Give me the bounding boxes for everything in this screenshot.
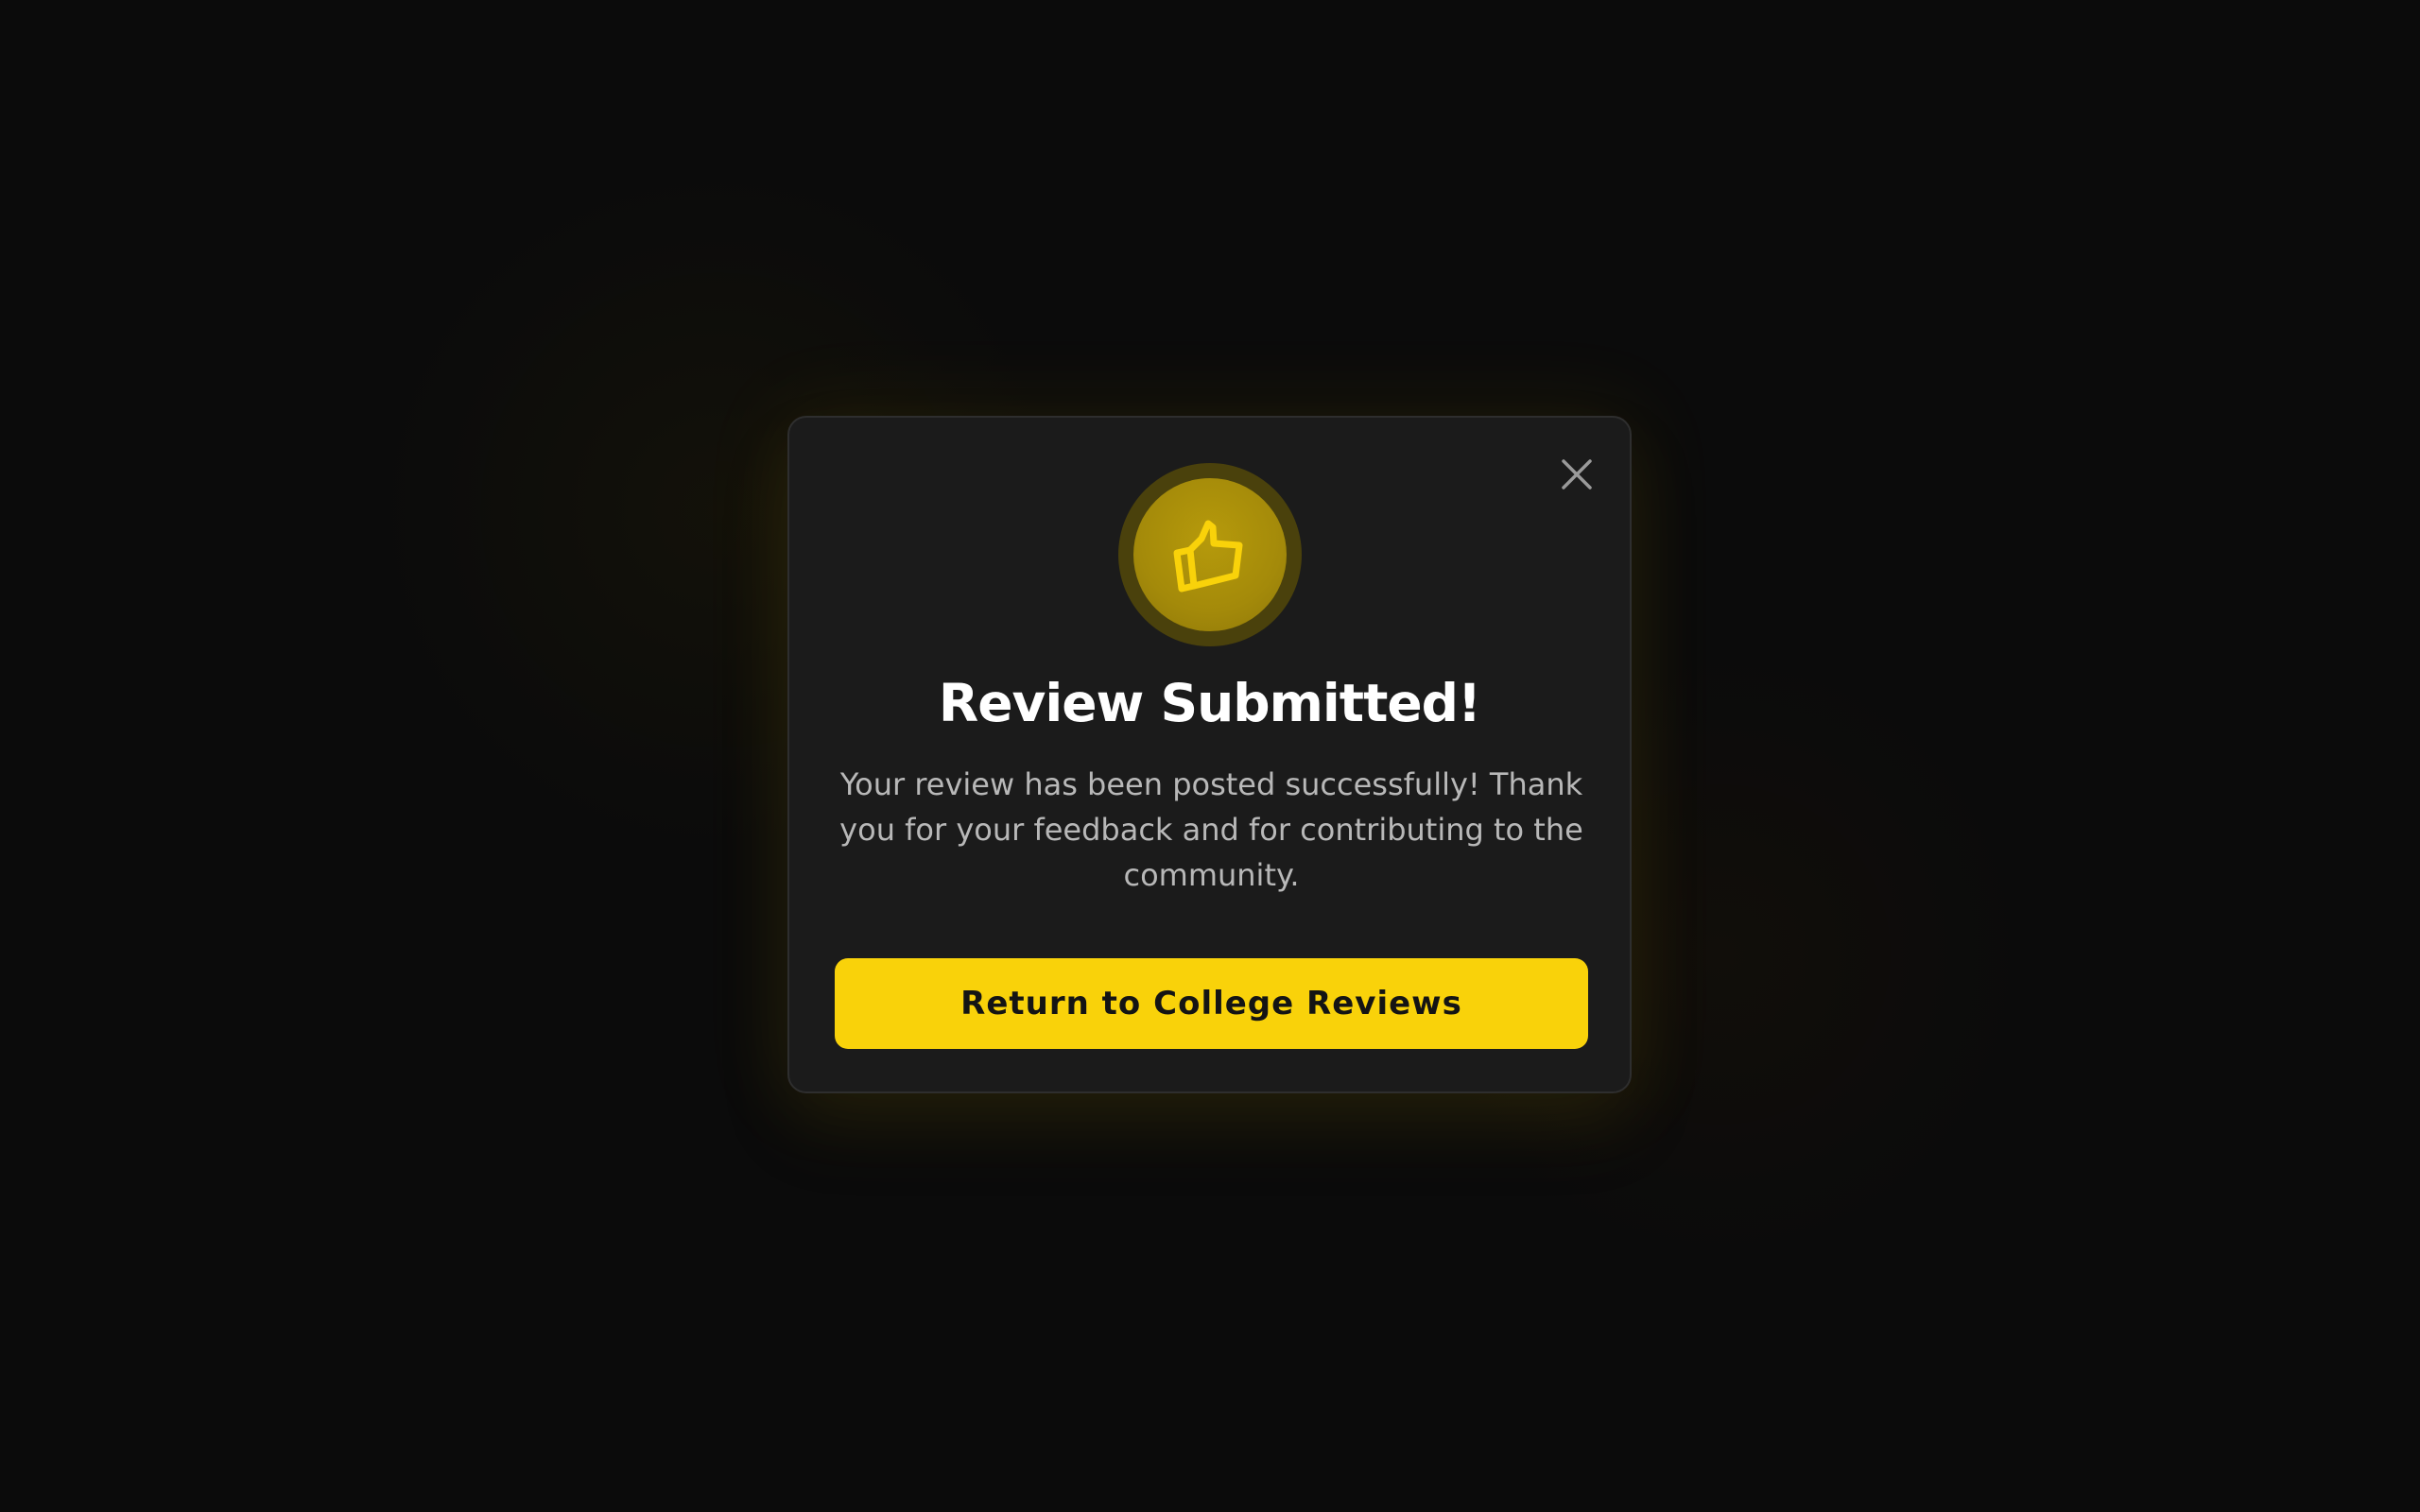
thumbs-up-icon [1173, 520, 1243, 593]
success-badge [1118, 463, 1302, 646]
return-to-college-reviews-button[interactable]: Return to College Reviews [835, 958, 1588, 1049]
review-submitted-dialog: Review Submitted! Your review has been p… [787, 416, 1632, 1093]
close-icon [1562, 459, 1592, 490]
close-button[interactable] [1556, 454, 1598, 495]
success-badge-core [1133, 478, 1287, 631]
dialog-title: Review Submitted! [938, 673, 1481, 733]
dialog-message: Your review has been posted successfully… [839, 766, 1583, 893]
